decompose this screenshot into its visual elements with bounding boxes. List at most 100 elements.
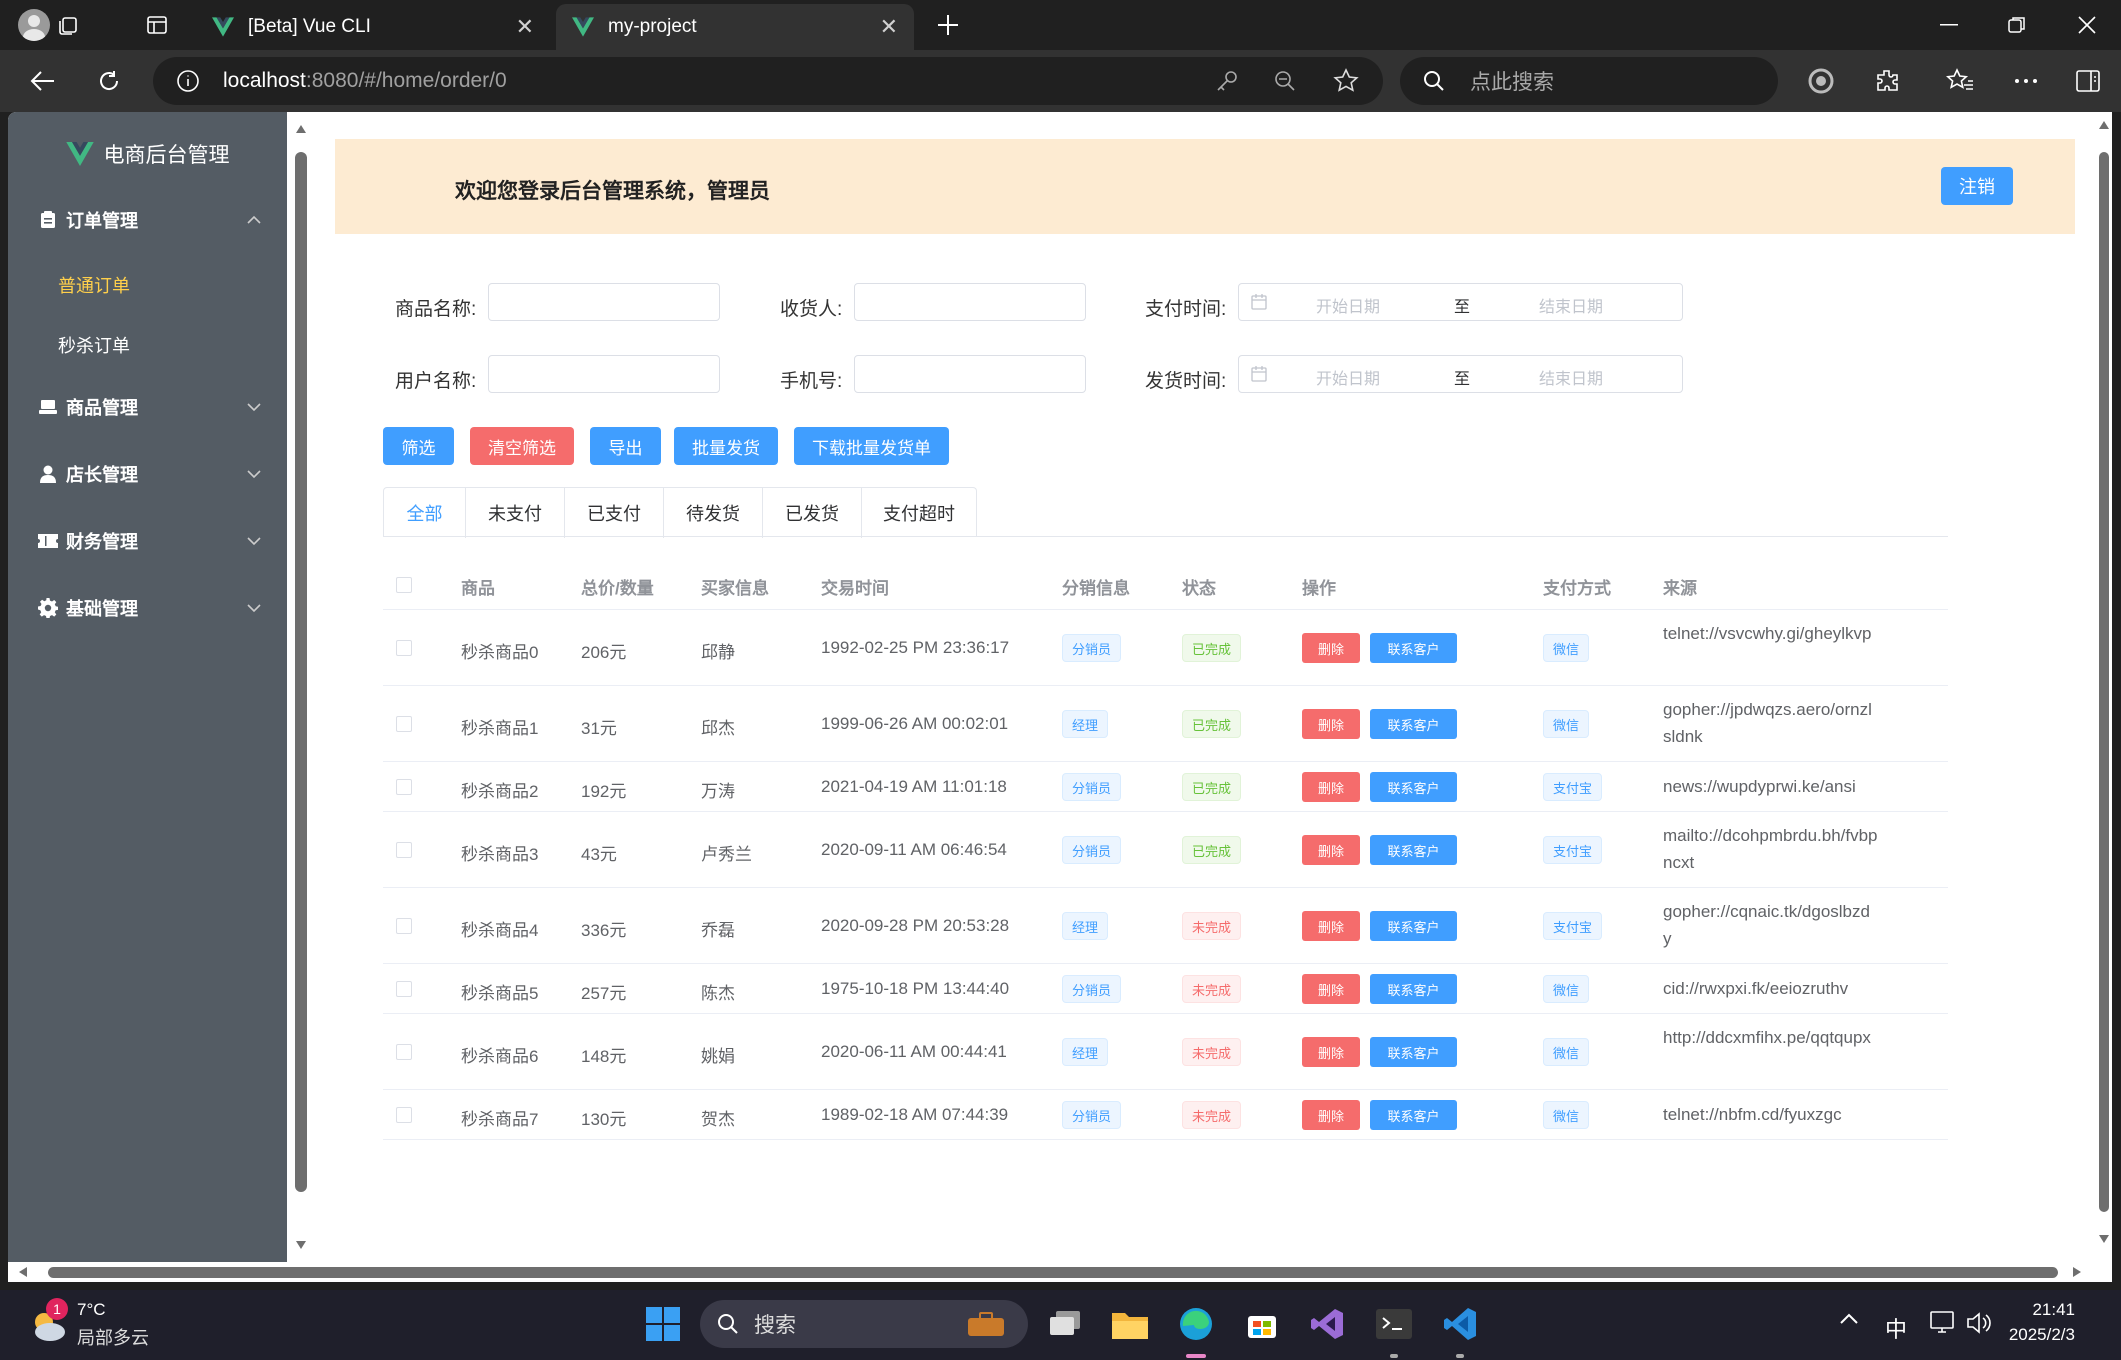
username-input[interactable] [488, 355, 720, 393]
cell-product: 秒杀商品6 [461, 1047, 539, 1066]
filter-button[interactable]: 筛选 [383, 427, 454, 465]
url-field[interactable]: localhost:8080/#/home/order/0 [153, 57, 1383, 105]
taskbar-search[interactable]: 搜索 [700, 1300, 1028, 1348]
close-icon[interactable]: ✕ [516, 14, 534, 40]
clear-filter-button[interactable]: 清空筛选 [470, 427, 574, 465]
sidebar-item-goods[interactable]: 商品管理 [8, 377, 287, 437]
task-view-icon[interactable] [1042, 1301, 1088, 1347]
export-button[interactable]: 导出 [590, 427, 661, 465]
delete-button[interactable]: 删除 [1302, 709, 1360, 739]
delete-button[interactable]: 删除 [1302, 633, 1360, 663]
row-checkbox[interactable] [396, 918, 412, 934]
delete-button[interactable]: 删除 [1302, 911, 1360, 941]
row-checkbox[interactable] [396, 779, 412, 795]
delete-button[interactable]: 删除 [1302, 974, 1360, 1004]
browser-search-field[interactable]: 点此搜索 [1400, 57, 1778, 105]
favorite-star-icon[interactable] [1333, 68, 1359, 99]
scroll-left-icon[interactable] [18, 1266, 28, 1278]
volume-icon[interactable] [1966, 1310, 1994, 1341]
contact-customer-button[interactable]: 联系客户 [1370, 772, 1457, 802]
scroll-up-icon[interactable] [2098, 120, 2110, 130]
new-tab-icon[interactable] [931, 8, 965, 42]
terminal-icon[interactable] [1371, 1301, 1417, 1347]
close-window-icon[interactable] [2053, 0, 2121, 50]
row-checkbox[interactable] [396, 1044, 412, 1060]
page-scrollbar[interactable] [2095, 112, 2112, 1262]
scroll-right-icon[interactable] [2072, 1266, 2082, 1278]
chevron-up-icon[interactable] [1840, 1312, 1858, 1330]
windows-start-icon[interactable] [640, 1301, 686, 1347]
ship-time-range-picker[interactable]: 开始日期 至 结束日期 [1238, 355, 1683, 393]
zoom-out-icon[interactable] [1273, 69, 1297, 98]
collections-icon[interactable] [52, 8, 86, 42]
delete-button[interactable]: 删除 [1302, 772, 1360, 802]
cell-buyer: 卢秀兰 [701, 845, 752, 864]
more-icon[interactable] [2005, 60, 2047, 102]
receiver-input[interactable] [854, 283, 1086, 321]
tab-to-ship[interactable]: 待发货 [663, 488, 762, 538]
sidebar-item-finance[interactable]: 财务管理 [8, 511, 287, 571]
scroll-down-icon[interactable] [2098, 1234, 2110, 1244]
tab-paid[interactable]: 已支付 [564, 488, 663, 538]
sidebar-item-orders[interactable]: 订单管理 [8, 190, 287, 250]
edge-browser-icon[interactable] [1173, 1301, 1219, 1347]
restore-icon[interactable] [1983, 0, 2051, 50]
tab-shipped[interactable]: 已发货 [762, 488, 861, 538]
row-checkbox[interactable] [396, 1107, 412, 1123]
sidebar-subitem-flash-orders[interactable]: 秒杀订单 [8, 317, 287, 373]
row-checkbox[interactable] [396, 842, 412, 858]
vscode-icon[interactable] [1437, 1301, 1483, 1347]
back-icon[interactable] [22, 60, 64, 102]
contact-customer-button[interactable]: 联系客户 [1370, 709, 1457, 739]
scroll-down-icon[interactable] [295, 1240, 307, 1250]
pay-time-range-picker[interactable]: 开始日期 至 结束日期 [1238, 283, 1683, 321]
contact-customer-button[interactable]: 联系客户 [1370, 835, 1457, 865]
cell-source: news://wupdyprwi.ke/ansi [1663, 777, 1856, 796]
delete-button[interactable]: 删除 [1302, 1037, 1360, 1067]
contact-customer-button[interactable]: 联系客户 [1370, 1037, 1457, 1067]
close-icon[interactable]: ✕ [880, 14, 898, 40]
row-checkbox[interactable] [396, 640, 412, 656]
profile-icon[interactable] [17, 8, 51, 42]
contact-customer-button[interactable]: 联系客户 [1370, 1100, 1457, 1130]
scroll-up-icon[interactable] [295, 124, 307, 134]
visual-studio-icon[interactable] [1305, 1301, 1351, 1347]
tab-vue-cli[interactable]: [Beta] Vue CLI ✕ [196, 4, 550, 50]
download-batch-button[interactable]: 下载批量发货单 [794, 427, 949, 465]
contact-customer-button[interactable]: 联系客户 [1370, 974, 1457, 1004]
horizontal-scrollbar[interactable] [8, 1262, 2112, 1282]
delete-button[interactable]: 删除 [1302, 1100, 1360, 1130]
record-icon[interactable] [1800, 60, 1842, 102]
ime-indicator[interactable]: 中 [1885, 1312, 1907, 1344]
delete-button[interactable]: 删除 [1302, 835, 1360, 865]
tab-unpaid[interactable]: 未支付 [465, 488, 564, 538]
sidebar-subitem-normal-orders[interactable]: 普通订单 [8, 257, 287, 313]
tab-actions-icon[interactable] [140, 8, 174, 42]
tab-pay-timeout[interactable]: 支付超时 [861, 488, 976, 538]
key-icon[interactable] [1215, 69, 1239, 98]
minimize-icon[interactable] [1915, 0, 1983, 50]
tab-all[interactable]: 全部 [384, 488, 465, 538]
logout-button[interactable]: 注销 [1941, 167, 2013, 205]
extensions-icon[interactable] [1866, 60, 1908, 102]
batch-ship-button[interactable]: 批量发货 [674, 427, 778, 465]
row-checkbox[interactable] [396, 716, 412, 732]
sidebar-item-basic[interactable]: 基础管理 [8, 578, 287, 638]
network-icon[interactable] [1930, 1310, 1958, 1341]
phone-input[interactable] [854, 355, 1086, 393]
sidebar-item-label: 基础管理 [66, 599, 138, 619]
file-explorer-icon[interactable] [1107, 1301, 1153, 1347]
favorites-icon[interactable] [1939, 60, 1981, 102]
product-name-input[interactable] [488, 283, 720, 321]
store-icon[interactable] [1239, 1301, 1285, 1347]
row-checkbox[interactable] [396, 981, 412, 997]
sidebar-scrollbar[interactable] [287, 112, 315, 1262]
sidebar-toggle-icon[interactable] [2067, 60, 2109, 102]
sidebar-item-managers[interactable]: 店长管理 [8, 444, 287, 504]
info-icon[interactable] [176, 69, 200, 98]
select-all-checkbox[interactable] [396, 577, 412, 593]
contact-customer-button[interactable]: 联系客户 [1370, 911, 1457, 941]
tab-my-project[interactable]: my-project ✕ [556, 4, 914, 50]
refresh-icon[interactable] [88, 60, 130, 102]
contact-customer-button[interactable]: 联系客户 [1370, 633, 1457, 663]
